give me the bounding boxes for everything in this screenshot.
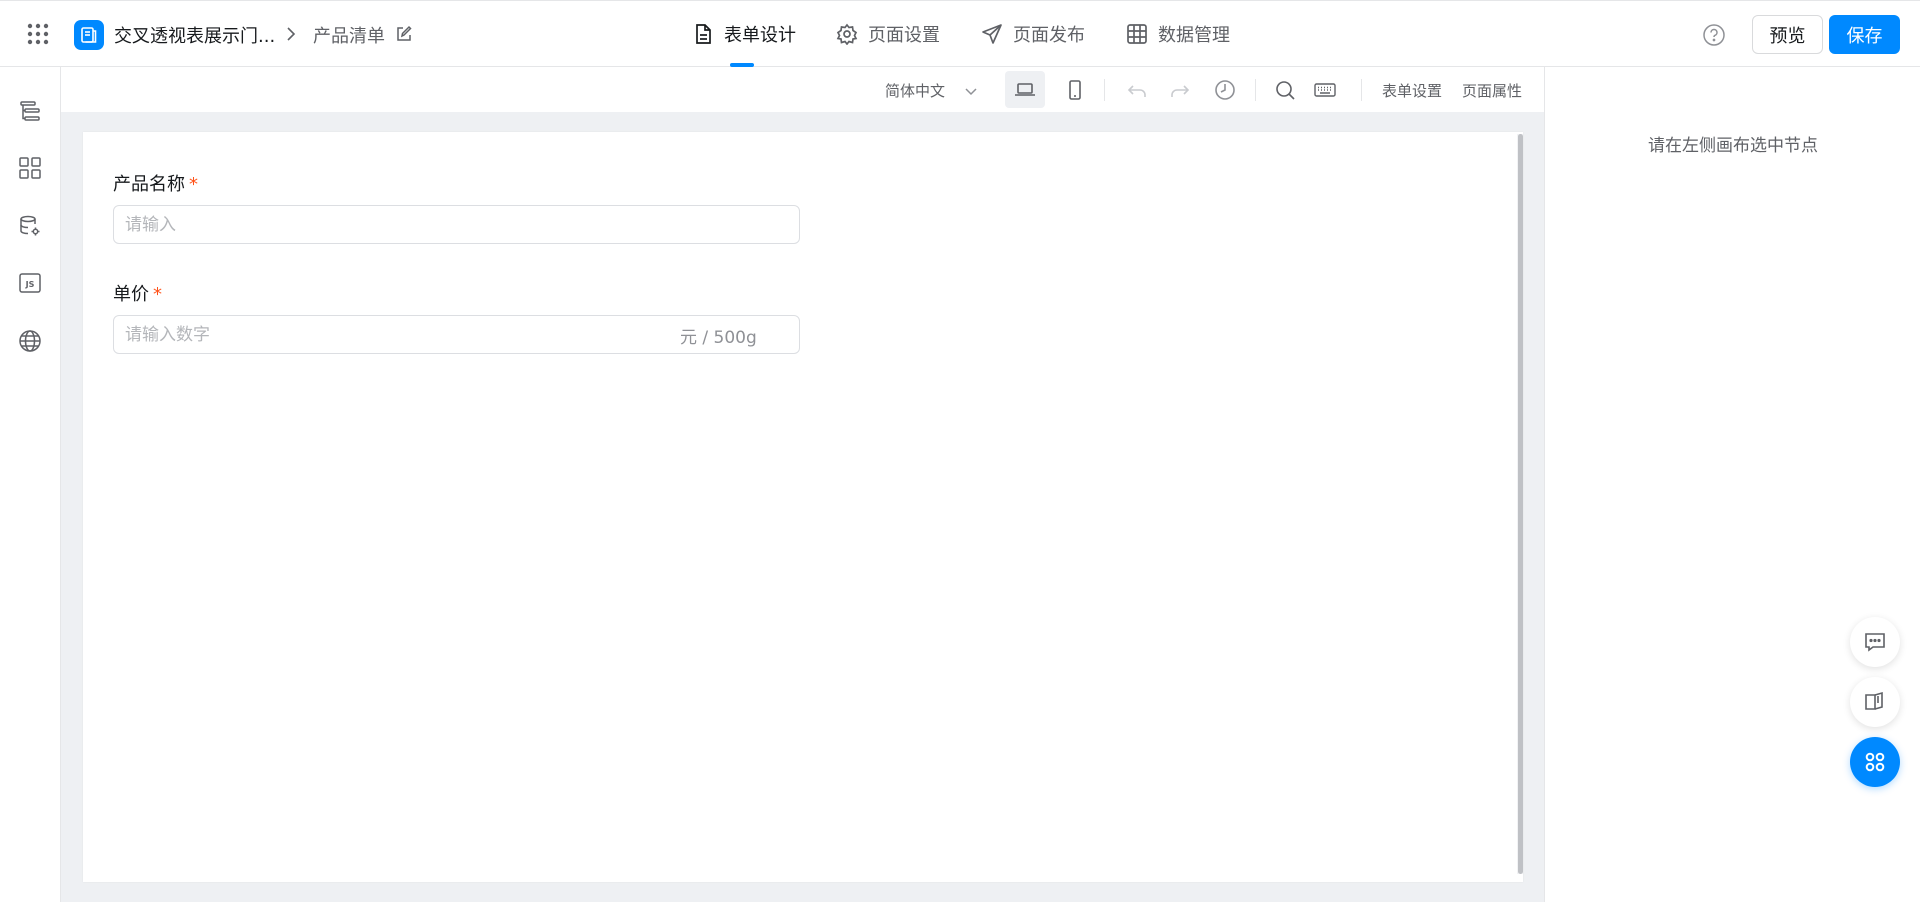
gear-icon [836,23,858,45]
undo-icon [1126,80,1148,100]
scrollbar-thumb[interactable] [1518,134,1523,874]
toolbar-divider [1361,79,1362,101]
four-circles-icon [1863,750,1887,774]
canvas-toolbar: 简体中文 表单设置 页面属性 [61,67,1544,112]
save-button[interactable]: 保存 [1829,15,1900,54]
data-source-icon[interactable] [18,214,42,238]
edit-icon[interactable] [395,25,413,43]
document-icon [692,23,714,45]
unit-price-suffix: 元 / 500g [680,328,757,348]
table-grid-icon [1126,23,1148,45]
redo-button[interactable] [1160,71,1200,108]
required-mark: * [189,174,198,195]
empty-selection-hint: 请在左侧画布选中节点 [1648,136,1818,156]
language-value: 简体中文 [885,82,946,100]
chevron-right-icon [282,25,300,43]
form-settings-link[interactable]: 表单设置 [1382,80,1442,101]
chevron-down-icon [963,83,979,99]
send-icon [981,23,1003,45]
label-text: 产品名称 [113,174,185,195]
apps-grid-icon[interactable] [26,22,50,46]
mobile-view-button[interactable] [1055,71,1095,108]
left-rail: JS [0,67,61,902]
label-text: 单价 [113,284,149,305]
chat-bubble-icon [1863,630,1887,654]
laptop-icon [1014,80,1036,100]
js-code-icon[interactable]: JS [18,271,42,295]
globe-icon[interactable] [18,329,42,353]
app-name[interactable]: 交叉透视表展示门... [114,22,275,48]
form-canvas[interactable]: 产品名称* 单价* 元 / 500g [83,132,1523,882]
components-icon[interactable] [18,156,42,180]
svg-text:JS: JS [25,280,35,289]
outline-tree-icon[interactable] [18,99,42,123]
page-name[interactable]: 产品清单 [313,22,385,48]
required-mark: * [153,284,162,305]
desktop-view-button[interactable] [1005,71,1045,108]
tab-page-publish[interactable]: 页面发布 [981,1,1085,67]
app-logo-icon[interactable] [74,20,104,50]
feedback-button[interactable] [1850,617,1900,667]
top-bar: 交叉透视表展示门... 产品清单 表单设计 页面设置 页面发布 数据管理 预览 … [0,0,1920,67]
mobile-phone-icon [1065,79,1085,101]
keyboard-shortcuts-button[interactable] [1305,71,1345,108]
field-label-unit-price: 单价 * [113,280,162,306]
clock-icon [1214,79,1236,101]
toolbar-divider [1255,79,1256,101]
undo-button[interactable] [1117,71,1157,108]
quick-apps-button[interactable] [1850,737,1900,787]
product-name-input[interactable] [113,205,800,244]
canvas-area: 简体中文 表单设置 页面属性 产品名称 * 请输入 单价 * 请输入数字 元 /… [61,67,1544,902]
tab-page-settings[interactable]: 页面设置 [836,1,940,67]
tab-form-design[interactable]: 表单设计 [692,1,796,67]
history-button[interactable] [1205,71,1245,108]
field-label-product-name: 产品名称 * [113,170,198,196]
language-select[interactable]: 简体中文 [885,80,979,101]
search-icon [1274,79,1296,101]
page-properties-link[interactable]: 页面属性 [1462,80,1522,101]
tab-data-management[interactable]: 数据管理 [1126,1,1230,67]
keyboard-icon [1313,80,1337,100]
search-button[interactable] [1265,71,1305,108]
tab-label: 页面发布 [1013,25,1085,46]
tab-label: 页面设置 [868,25,940,46]
tab-label: 表单设计 [724,25,796,46]
tab-label: 数据管理 [1158,25,1230,46]
docs-button[interactable] [1850,677,1900,727]
toolbar-divider [1104,79,1105,101]
book-icon [1863,690,1887,714]
help-icon[interactable] [1702,23,1726,47]
redo-icon [1169,80,1191,100]
preview-button[interactable]: 预览 [1752,15,1823,54]
